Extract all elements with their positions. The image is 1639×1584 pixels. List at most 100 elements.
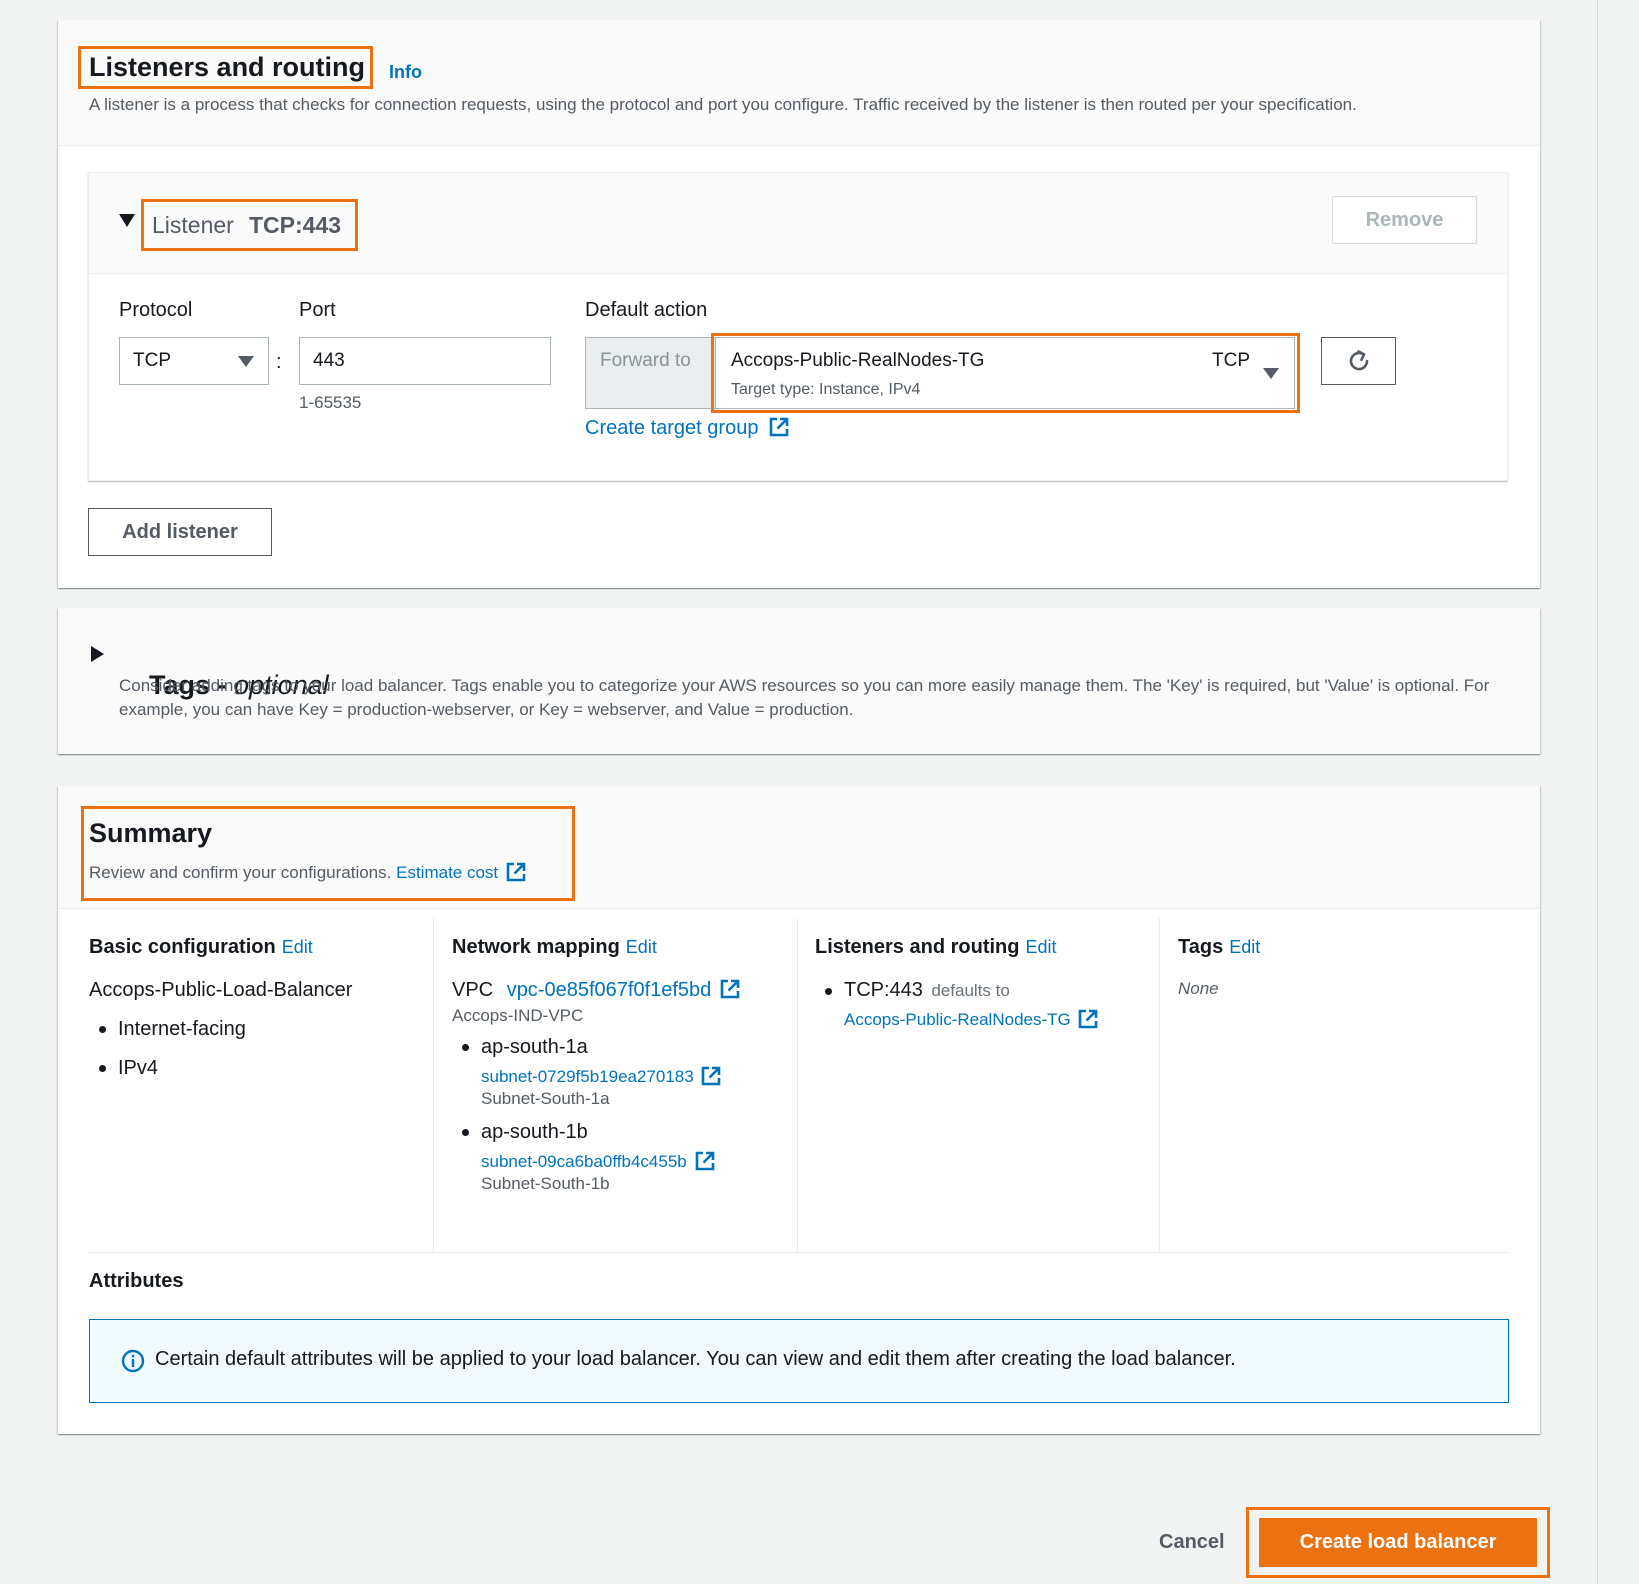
target-group-highlight bbox=[711, 333, 1300, 413]
default-action-label: Default action bbox=[585, 299, 708, 321]
zone-name: ap-south-1a bbox=[481, 1036, 588, 1058]
subnet-name: Subnet-South-1b bbox=[481, 1174, 610, 1193]
summary-network-column: Network mapping Edit VPC vpc-0e85f067f0f1… bbox=[452, 936, 782, 1194]
subnet-link[interactable]: subnet-0729f5b19ea270183 bbox=[452, 1066, 782, 1087]
summary-listeners-column: Listeners and routing Edit TCP:443 defaul… bbox=[815, 936, 1145, 1030]
summary-description: Review and confirm your configurations. bbox=[89, 863, 392, 882]
summary-title: Summary bbox=[89, 818, 213, 848]
port-hint: 1-65535 bbox=[299, 393, 362, 412]
info-circle-icon bbox=[121, 1349, 145, 1373]
external-link-icon bbox=[1079, 1009, 1098, 1028]
listeners-description: A listener is a process that checks for … bbox=[89, 95, 1357, 114]
defaults-to-text: defaults to bbox=[931, 981, 1010, 1000]
scheme-value: Internet-facing bbox=[118, 1018, 246, 1040]
create-target-group-link[interactable]: Create target group bbox=[585, 417, 790, 440]
caret-right-icon[interactable] bbox=[91, 646, 105, 662]
listener-label: Listener bbox=[152, 212, 234, 238]
ip-type-value: IPv4 bbox=[118, 1057, 159, 1079]
right-scroll-divider bbox=[1597, 0, 1598, 1584]
basic-config-title: Basic configuration Edit bbox=[89, 936, 419, 959]
summary-listeners-edit-link[interactable]: Edit bbox=[1025, 937, 1056, 957]
port-label: Port bbox=[299, 299, 336, 321]
list-item: ap-south-1b bbox=[452, 1121, 782, 1144]
list-item: TCP:443 defaults to bbox=[815, 979, 1145, 1002]
external-link-icon bbox=[702, 1066, 721, 1085]
protocol-value: TCP bbox=[133, 350, 171, 371]
estimate-cost-link[interactable]: Estimate cost bbox=[396, 862, 527, 882]
protocol-label: Protocol bbox=[119, 299, 193, 321]
tags-description: Consider adding tags to your load balanc… bbox=[119, 676, 1490, 719]
protocol-select[interactable]: TCP bbox=[119, 337, 269, 385]
bullet-icon bbox=[99, 1026, 106, 1034]
summary-divider bbox=[89, 1252, 1509, 1253]
create-target-group-text: Create target group bbox=[585, 417, 759, 439]
vpc-row: VPC vpc-0e85f067f0f1ef5bd bbox=[452, 979, 782, 1002]
protocol-port-separator: : bbox=[276, 351, 282, 373]
refresh-target-groups-button[interactable] bbox=[1321, 337, 1396, 385]
listeners-title: Listeners and routing bbox=[89, 52, 366, 82]
network-mapping-title: Network mapping Edit bbox=[452, 936, 782, 959]
summary-target-name: Accops-Public-RealNodes-TG bbox=[844, 1010, 1071, 1029]
attributes-info-alert: Certain default attributes will be appli… bbox=[89, 1319, 1509, 1403]
caret-down-icon[interactable] bbox=[119, 214, 135, 228]
subnet-link[interactable]: subnet-09ca6ba0ffb4c455b bbox=[452, 1151, 782, 1172]
list-item: ap-south-1a bbox=[452, 1036, 782, 1059]
external-link-icon bbox=[720, 979, 740, 999]
caret-down-icon bbox=[238, 356, 254, 367]
zone-name: ap-south-1b bbox=[481, 1121, 588, 1143]
summary-column-divider bbox=[797, 918, 798, 1252]
summary-tags-title-text: Tags bbox=[1178, 936, 1224, 958]
add-listener-button[interactable]: Add listener bbox=[88, 508, 272, 556]
summary-tags-value: None bbox=[1178, 979, 1219, 998]
summary-tags-title: Tags Edit bbox=[1178, 936, 1508, 959]
bullet-icon bbox=[462, 1129, 469, 1137]
summary-panel-header: Summary Review and confirm your configur… bbox=[58, 786, 1540, 909]
vpc-link[interactable]: vpc-0e85f067f0f1ef5bd bbox=[507, 979, 741, 1001]
create-load-balancer-button[interactable]: Create load balancer bbox=[1259, 1518, 1537, 1567]
summary-column-divider bbox=[1159, 918, 1160, 1252]
basic-config-title-text: Basic configuration bbox=[89, 936, 276, 958]
forward-to-addon: Forward to bbox=[585, 337, 715, 409]
vpc-name: Accops-IND-VPC bbox=[452, 1006, 584, 1025]
vpc-id: vpc-0e85f067f0f1ef5bd bbox=[506, 979, 712, 1001]
port-input[interactable] bbox=[299, 337, 551, 385]
bullet-icon bbox=[462, 1044, 469, 1052]
list-item: Internet-facing bbox=[89, 1018, 419, 1041]
external-link-icon bbox=[769, 417, 789, 437]
tags-panel: Tags - optional Consider adding tags to … bbox=[58, 608, 1540, 754]
basic-config-edit-link[interactable]: Edit bbox=[282, 937, 313, 957]
bullet-icon bbox=[99, 1065, 106, 1073]
attributes-info-text: Certain default attributes will be appli… bbox=[155, 1348, 1236, 1370]
bullet-icon bbox=[825, 988, 832, 996]
listener-name: TCP:443 bbox=[249, 212, 342, 238]
listener-container: Listener TCP:443 Remove Protocol TCP : P… bbox=[88, 172, 1508, 481]
forward-to-label: Forward to bbox=[600, 350, 691, 371]
network-mapping-title-text: Network mapping bbox=[452, 936, 620, 958]
subnet-id: subnet-09ca6ba0ffb4c455b bbox=[481, 1152, 687, 1171]
vpc-label: VPC bbox=[452, 979, 494, 1001]
list-item: IPv4 bbox=[89, 1057, 419, 1080]
listeners-panel-header: Listeners and routing Info A listener is… bbox=[58, 20, 1540, 146]
summary-listeners-title-text: Listeners and routing bbox=[815, 936, 1020, 958]
refresh-icon bbox=[1349, 350, 1369, 371]
subnet-id: subnet-0729f5b19ea270183 bbox=[481, 1067, 694, 1086]
attributes-title: Attributes bbox=[89, 1270, 184, 1292]
external-link-icon bbox=[695, 1151, 714, 1170]
load-balancer-name: Accops-Public-Load-Balancer bbox=[89, 979, 353, 1001]
estimate-cost-text: Estimate cost bbox=[396, 863, 499, 882]
listeners-info-link[interactable]: Info bbox=[389, 62, 422, 83]
cancel-button[interactable]: Cancel bbox=[1159, 1531, 1225, 1554]
summary-column-divider bbox=[433, 918, 434, 1252]
listener-header: Listener TCP:443 Remove bbox=[89, 173, 1507, 274]
remove-listener-button[interactable]: Remove bbox=[1332, 196, 1477, 244]
listeners-panel: Listeners and routing Info A listener is… bbox=[58, 20, 1540, 588]
subnet-name: Subnet-South-1a bbox=[481, 1089, 610, 1108]
summary-listeners-title: Listeners and routing Edit bbox=[815, 936, 1145, 959]
summary-tags-edit-link[interactable]: Edit bbox=[1229, 937, 1260, 957]
summary-panel: Summary Review and confirm your configur… bbox=[58, 786, 1540, 1434]
summary-description-row: Review and confirm your configurations. … bbox=[89, 860, 527, 885]
network-mapping-edit-link[interactable]: Edit bbox=[626, 937, 657, 957]
external-link-icon bbox=[506, 862, 526, 881]
summary-target-link[interactable]: Accops-Public-RealNodes-TG bbox=[815, 1009, 1145, 1030]
summary-tags-column: Tags Edit None bbox=[1178, 936, 1508, 999]
